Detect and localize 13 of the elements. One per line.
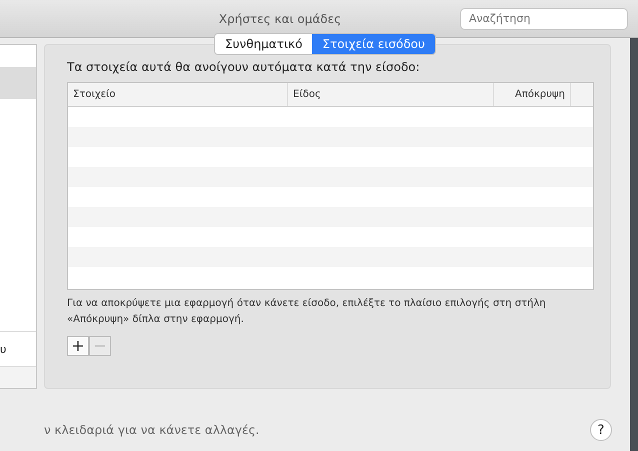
- sidebar-item[interactable]: [0, 67, 36, 99]
- column-header[interactable]: Απόκρυψη: [494, 83, 571, 106]
- column-header[interactable]: Είδος: [288, 83, 494, 106]
- help-button[interactable]: ?: [590, 419, 612, 441]
- lock-text: ν κλειδαριά για να κάνετε αλλαγές.: [44, 423, 260, 437]
- window-title: Χρήστες και ομάδες: [218, 12, 342, 26]
- hint-text: Για να αποκρύψετε μια εφαρμογή όταν κάνετε είσοδο, επιλέξτε το πλαίσιο επιλογής στη στήλη «Απόκρυψη» δίπλα στην εφαρμογή.: [67, 297, 547, 327]
- tab[interactable]: Στοιχεία εισόδου: [312, 34, 435, 54]
- tab[interactable]: Συνθηματικό: [215, 34, 312, 54]
- add-button[interactable]: +: [67, 336, 89, 356]
- search-field[interactable]: Αναζήτηση: [460, 8, 628, 30]
- column-header[interactable]: Στοιχείο: [68, 83, 288, 106]
- intro-text: Τα στοιχεία αυτά θα ανοίγουν αυτόματα κατά την είσοδο:: [67, 60, 421, 74]
